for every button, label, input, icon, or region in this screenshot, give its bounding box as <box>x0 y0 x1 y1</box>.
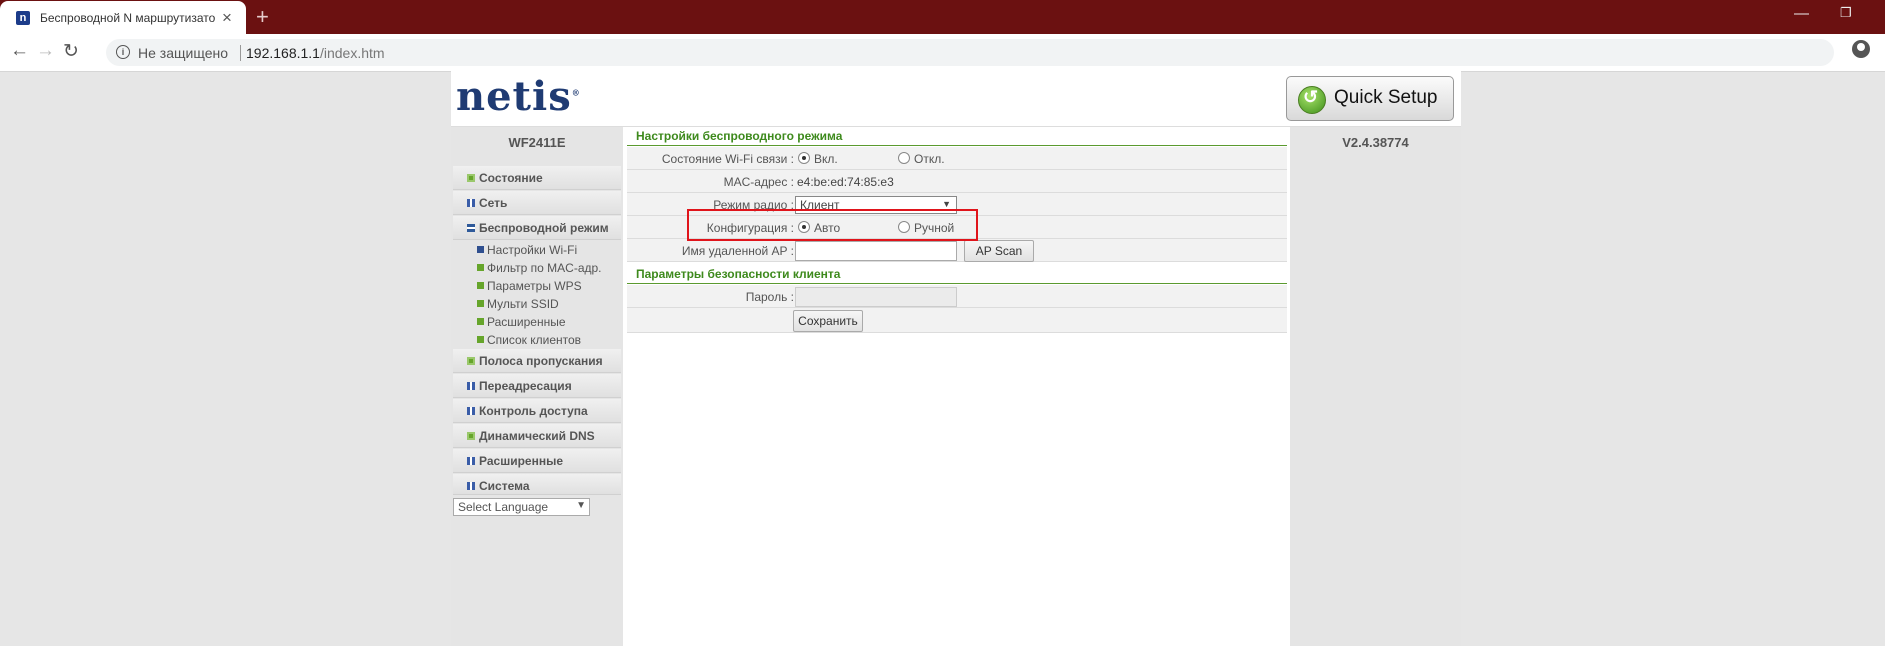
menu-item-bandwidth[interactable]: Полоса пропускания <box>453 349 621 373</box>
plus-icon <box>477 282 484 289</box>
language-select[interactable]: Select Language ▼ <box>453 498 590 516</box>
menu-item-access-control[interactable]: Контроль доступа <box>453 399 621 423</box>
remote-ap-label: Имя удаленной AP : <box>681 244 794 258</box>
reload-icon[interactable]: ↻ <box>63 40 79 63</box>
menu-item-advanced[interactable]: Расширенные <box>453 449 621 473</box>
restore-icon[interactable]: ❐ <box>1840 5 1852 21</box>
browser-tab-bar: n Беспроводной N маршрутизато × + — ❐ <box>0 0 1885 34</box>
grid-icon <box>467 199 475 207</box>
info-icon[interactable]: i <box>116 45 130 59</box>
plus-icon <box>467 357 475 365</box>
remote-ap-row: Имя удаленной AP : AP Scan <box>627 239 1287 262</box>
plus-icon <box>477 336 484 343</box>
back-icon[interactable]: ← <box>10 40 29 62</box>
minimize-icon[interactable]: — <box>1794 5 1809 22</box>
left-sidebar: WF2411E Состояние Сеть Беспроводной режи… <box>451 127 623 646</box>
chevron-down-icon: ▼ <box>576 500 586 511</box>
menu-item-network[interactable]: Сеть <box>453 191 621 215</box>
menu-item-wireless[interactable]: Беспроводной режим <box>453 216 621 240</box>
security-section-title: Параметры безопасности клиента <box>627 265 1287 284</box>
highlight-frame <box>687 209 978 241</box>
new-tab-button[interactable]: + <box>256 4 269 30</box>
grid-icon <box>467 407 475 415</box>
remote-ap-input[interactable] <box>795 241 957 261</box>
mac-value: e4:be:ed:74:85:e3 <box>797 175 894 189</box>
address-divider <box>240 45 241 61</box>
menu-item-ddns[interactable]: Динамический DNS <box>453 424 621 448</box>
menu-item-status[interactable]: Состояние <box>453 166 621 190</box>
plus-icon <box>477 318 484 325</box>
wifi-off-radio[interactable]: Откл. <box>898 151 945 166</box>
address-bar[interactable]: i Не защищено 192.168.1.1/index.htm ☆ <box>106 39 1834 66</box>
right-sidebar: V2.4.38774 <box>1290 127 1461 646</box>
grid-icon <box>467 457 475 465</box>
grid-icon <box>467 382 475 390</box>
password-row: Пароль : <box>627 285 1287 308</box>
arrow-icon <box>477 246 484 253</box>
router-page: netis® Quick Setup WF2411E Состояние Сет… <box>451 71 1461 646</box>
plus-icon <box>467 174 475 182</box>
url-text[interactable]: 192.168.1.1/index.htm <box>246 45 385 61</box>
browser-toolbar: ← → ↻ i Не защищено 192.168.1.1/index.ht… <box>0 34 1885 72</box>
forward-icon[interactable]: → <box>36 40 55 62</box>
browser-tab[interactable]: n Беспроводной N маршрутизато × <box>0 1 246 34</box>
password-label: Пароль : <box>745 290 794 304</box>
plus-icon <box>477 264 484 271</box>
quick-setup-label: Quick Setup <box>1334 87 1438 108</box>
model-name: WF2411E <box>508 135 566 150</box>
netis-logo: netis® <box>456 73 581 120</box>
firmware-version: V2.4.38774 <box>1342 135 1409 150</box>
expanded-icon <box>467 224 475 232</box>
mac-row: MAC-адрес : e4:be:ed:74:85:e3 <box>627 170 1287 193</box>
tab-title: Беспроводной N маршрутизато <box>40 11 216 25</box>
password-input[interactable] <box>795 287 957 307</box>
grid-icon <box>467 482 475 490</box>
security-label: Не защищено <box>138 45 228 61</box>
ap-scan-button[interactable]: AP Scan <box>964 240 1034 262</box>
quick-setup-button[interactable]: Quick Setup <box>1286 76 1454 121</box>
save-button[interactable]: Сохранить <box>793 310 863 332</box>
tab-close-icon[interactable]: × <box>222 8 232 28</box>
account-icon[interactable] <box>1852 40 1870 58</box>
netis-favicon-icon: n <box>16 11 30 25</box>
chevron-down-icon: ▼ <box>942 199 951 209</box>
plus-icon <box>477 300 484 307</box>
plus-icon <box>467 432 475 440</box>
wifi-state-row: Состояние Wi-Fi связи : Вкл. Откл. <box>627 147 1287 170</box>
page-header: netis® Quick Setup <box>451 71 1461 127</box>
mac-label: MAC-адрес : <box>723 175 794 189</box>
wifi-state-label: Состояние Wi-Fi связи : <box>661 152 794 166</box>
wifi-on-radio[interactable]: Вкл. <box>798 151 838 166</box>
save-row: Сохранить <box>627 308 1287 333</box>
wireless-section-title: Настройки беспроводного режима <box>627 127 1287 146</box>
menu-item-system[interactable]: Система <box>453 474 621 495</box>
menu-item-forwarding[interactable]: Переадресация <box>453 374 621 398</box>
refresh-icon <box>1298 86 1326 114</box>
